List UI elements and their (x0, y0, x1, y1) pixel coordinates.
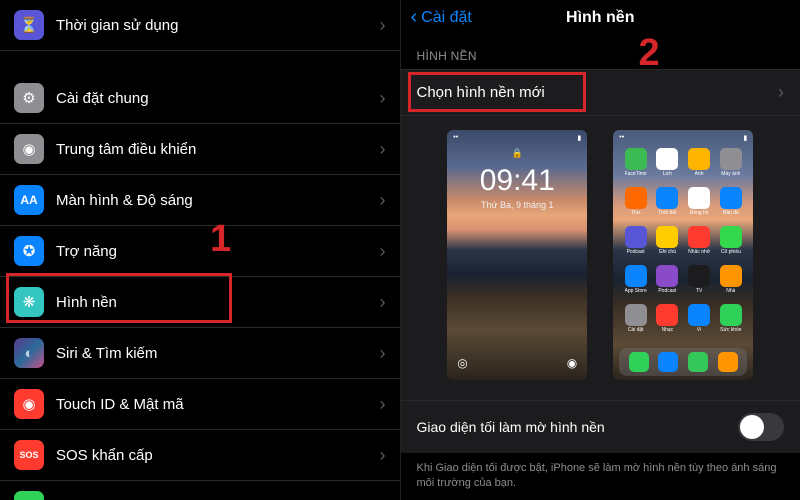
chevron-right-icon: › (380, 445, 386, 466)
app-icon: Máy ảnh (717, 148, 746, 184)
app-icon: Podcast (621, 226, 650, 262)
row-label: SOS khẩn cấp (56, 447, 374, 464)
app-icon: Nhắc nhở (685, 226, 714, 262)
dock-app-icon (629, 352, 649, 372)
lock-time: 09:41 (447, 164, 587, 198)
row-label: Màn hình & Độ sáng (56, 192, 374, 209)
wallpaper-previews: ••▮ 🔒 09:41 Thứ Ba, 9 tháng 1 ◎ ◉ ••▮ Fa… (401, 116, 800, 400)
lock-date: Thứ Ba, 9 tháng 1 (447, 200, 587, 210)
flower-icon: ❋ (14, 287, 44, 317)
chevron-right-icon: › (380, 343, 386, 364)
settings-row-accessibility[interactable]: ✪ Trợ năng › (0, 226, 400, 277)
fingerprint-icon: ◉ (14, 389, 44, 419)
chevron-right-icon: › (380, 394, 386, 415)
lock-screen-preview[interactable]: ••▮ 🔒 09:41 Thứ Ba, 9 tháng 1 ◎ ◉ (447, 130, 587, 380)
row-label: Thời gian sử dụng (56, 17, 374, 34)
dark-dim-toggle[interactable] (738, 413, 784, 441)
app-icon: Đồng hồ (685, 187, 714, 223)
dock-app-icon (688, 352, 708, 372)
choose-new-wallpaper-row[interactable]: Chọn hình nền mới › (401, 69, 800, 116)
accessibility-icon: ✪ (14, 236, 44, 266)
app-icon: TV (685, 265, 714, 301)
chevron-right-icon: › (380, 190, 386, 211)
settings-row-control-center[interactable]: ◉ Trung tâm điều khiển › (0, 124, 400, 175)
app-icon: Cài đặt (621, 304, 650, 340)
camera-icon: ◉ (567, 356, 577, 370)
app-icon: Thời tiết (653, 187, 682, 223)
row-label: Trung tâm điều khiển (56, 141, 374, 158)
text-size-icon: AA (14, 185, 44, 215)
chevron-right-icon: › (380, 496, 386, 500)
app-icon: Podcast (653, 265, 682, 301)
home-screen-preview[interactable]: ••▮ FaceTimeLịchẢnhMáy ảnh ThưThời tiếtĐồ… (613, 130, 753, 380)
app-icon: Bản đồ (717, 187, 746, 223)
row-label: Hình nền (56, 294, 374, 311)
app-icon: Sức khỏe (717, 304, 746, 340)
toggle-icon: ◉ (14, 134, 44, 164)
settings-row-battery[interactable]: ▮ Pin › (0, 481, 400, 500)
dark-dim-wallpaper-row: Giao diện tối làm mờ hình nền (401, 400, 800, 453)
status-bar: ••▮ (619, 134, 747, 142)
app-icon: Nhà (717, 265, 746, 301)
battery-icon: ▮ (14, 491, 44, 500)
chevron-right-icon: › (380, 15, 386, 36)
section-header: HÌNH NỀN (401, 39, 800, 69)
chevron-right-icon: › (380, 241, 386, 262)
wallpaper-detail-panel: ‹ Cài đặt Hình nền HÌNH NỀN Chọn hình nề… (401, 0, 800, 500)
annotation-number-1: 1 (210, 218, 231, 261)
row-label: Cài đặt chung (56, 90, 374, 107)
section-gap (0, 51, 400, 73)
back-button[interactable]: ‹ Cài đặt (411, 6, 472, 29)
settings-row-wallpaper[interactable]: ❋ Hình nền › (0, 277, 400, 328)
footer-text-2: Hình nền động và thu phóng phối cảnh bị … (401, 494, 800, 500)
row-label: Siri & Tìm kiếm (56, 345, 374, 362)
hourglass-icon: ⏳ (14, 10, 44, 40)
status-bar: ••▮ (453, 134, 581, 142)
app-icon: Ảnh (685, 148, 714, 184)
back-label: Cài đặt (421, 9, 472, 27)
app-icon: App Store (621, 265, 650, 301)
settings-row-general[interactable]: ⚙ Cài đặt chung › (0, 73, 400, 124)
gear-icon: ⚙ (14, 83, 44, 113)
sos-icon: SOS (14, 440, 44, 470)
chevron-left-icon: ‹ (411, 6, 418, 29)
annotation-number-2: 2 (639, 32, 660, 75)
flashlight-icon: ◎ (457, 356, 467, 370)
dock-app-icon (718, 352, 738, 372)
settings-row-touchid[interactable]: ◉ Touch ID & Mật mã › (0, 379, 400, 430)
settings-row-sos[interactable]: SOS SOS khẩn cấp › (0, 430, 400, 481)
chevron-right-icon: › (380, 292, 386, 313)
chevron-right-icon: › (380, 88, 386, 109)
app-icon: FaceTime (621, 148, 650, 184)
settings-row-siri[interactable]: ◐ Siri & Tìm kiếm › (0, 328, 400, 379)
row-label: Chọn hình nền mới (417, 84, 773, 101)
row-label: Touch ID & Mật mã (56, 396, 374, 413)
lock-icon: 🔒 (447, 148, 587, 159)
app-icon: Nhạc (653, 304, 682, 340)
footer-text-1: Khi Giao diện tối được bật, iPhone sẽ là… (401, 453, 800, 494)
settings-list-panel: ⏳ Thời gian sử dụng › ⚙ Cài đặt chung › … (0, 0, 401, 500)
app-icon: Ghi chú (653, 226, 682, 262)
toggle-knob (740, 415, 764, 439)
app-icon: Lịch (653, 148, 682, 184)
chevron-right-icon: › (778, 82, 784, 103)
nav-header: ‹ Cài đặt Hình nền (401, 0, 800, 39)
siri-icon: ◐ (14, 338, 44, 368)
app-grid: FaceTimeLịchẢnhMáy ảnh ThưThời tiếtĐồng h… (621, 148, 745, 346)
dock (619, 348, 747, 376)
settings-row-display[interactable]: AA Màn hình & Độ sáng › (0, 175, 400, 226)
app-icon: Thư (621, 187, 650, 223)
toggle-label: Giao diện tối làm mờ hình nền (417, 419, 739, 435)
lock-bottom-icons: ◎ ◉ (457, 356, 577, 370)
settings-row-screen-time[interactable]: ⏳ Thời gian sử dụng › (0, 0, 400, 51)
app-icon: Cổ phiếu (717, 226, 746, 262)
dock-app-icon (658, 352, 678, 372)
chevron-right-icon: › (380, 139, 386, 160)
app-icon: Ví (685, 304, 714, 340)
